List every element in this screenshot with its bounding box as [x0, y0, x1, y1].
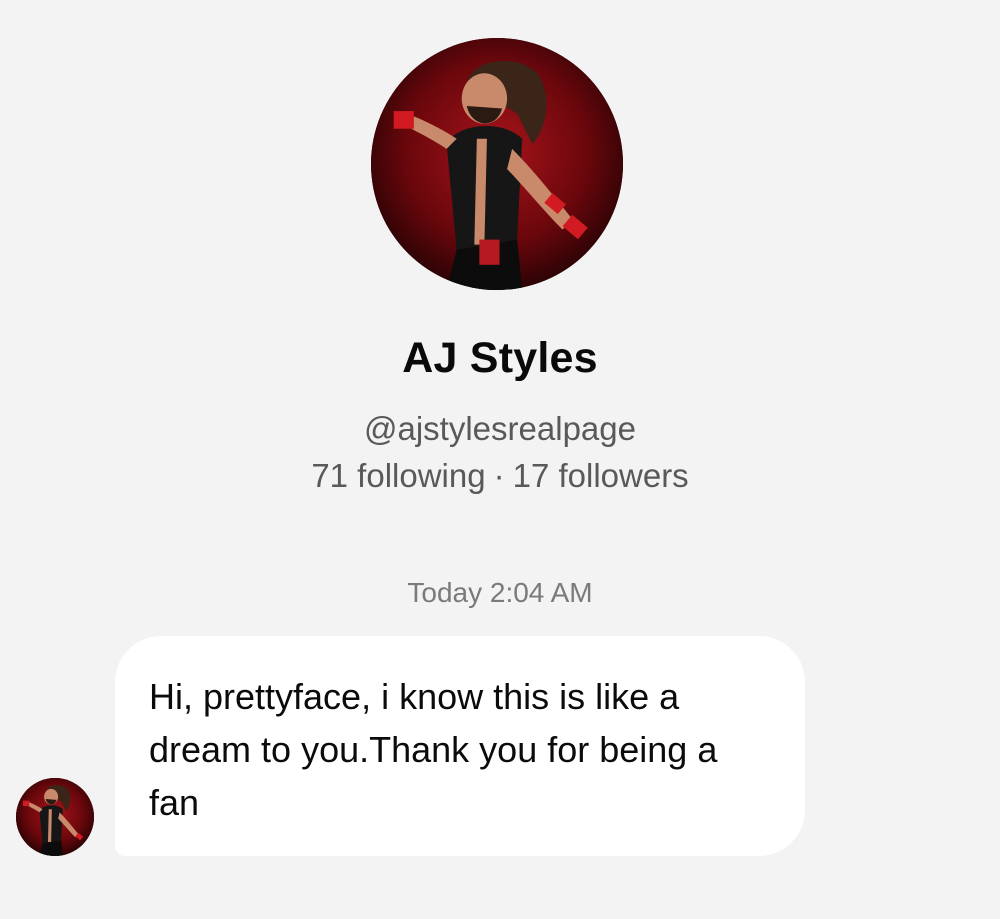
message-text: Hi, prettyface, i know this is like a dr… [149, 676, 718, 823]
message-timestamp: Today 2:04 AM [407, 577, 593, 608]
stats-separator: · [493, 457, 505, 494]
profile-stats: 71 following · 17 followers [0, 457, 1000, 495]
following-count[interactable]: 71 following [311, 457, 485, 494]
sender-avatar[interactable] [16, 778, 94, 856]
message-bubble[interactable]: Hi, prettyface, i know this is like a dr… [115, 636, 805, 856]
profile-name: AJ Styles [402, 334, 598, 382]
followers-count[interactable]: 17 followers [513, 457, 689, 494]
profile-handle: @ajstylesrealpage [364, 410, 636, 447]
profile-avatar[interactable] [371, 38, 623, 290]
wrestler-avatar-icon [16, 778, 94, 856]
wrestler-avatar-icon [371, 38, 623, 290]
